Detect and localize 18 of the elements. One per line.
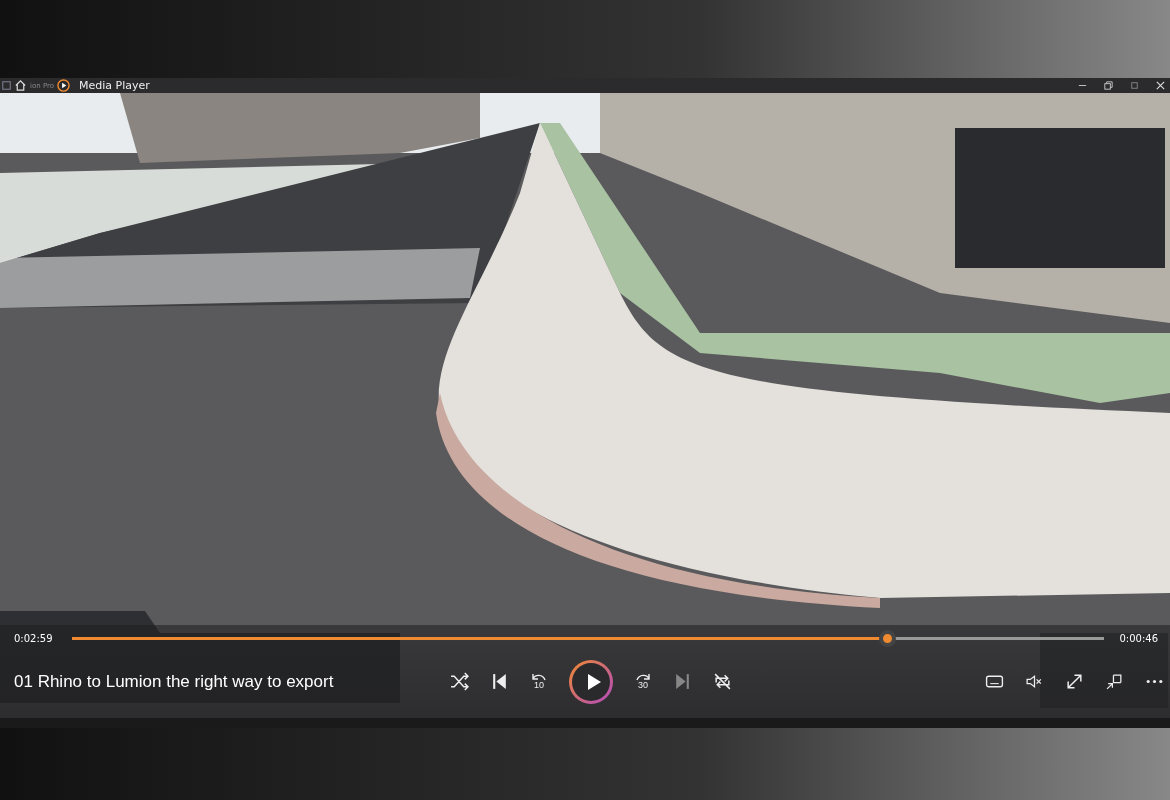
video-title: 01 Rhino to Lumion the right way to export [14,671,335,692]
elapsed-time: 0:02:59 [14,632,54,644]
restore-icon[interactable] [1103,80,1114,91]
fullscreen-icon[interactable] [1065,672,1084,691]
previous-icon[interactable] [490,672,509,691]
repeat-off-icon[interactable] [713,672,732,691]
close-icon[interactable] [1155,80,1166,91]
skip-forward-button[interactable]: 30 [634,673,652,690]
skip-back-button[interactable]: 10 [530,673,548,690]
mini-player-icon[interactable] [1105,672,1124,691]
rewind-arrow-icon [530,673,548,681]
window-title: Media Player [79,79,150,92]
shuffle-icon[interactable] [450,672,469,691]
window-icon[interactable] [1129,80,1140,91]
forward-arrow-icon [634,673,652,681]
mute-icon[interactable] [1025,672,1044,691]
home-icon [14,79,27,92]
remaining-time: 0:00:46 [1118,632,1158,644]
